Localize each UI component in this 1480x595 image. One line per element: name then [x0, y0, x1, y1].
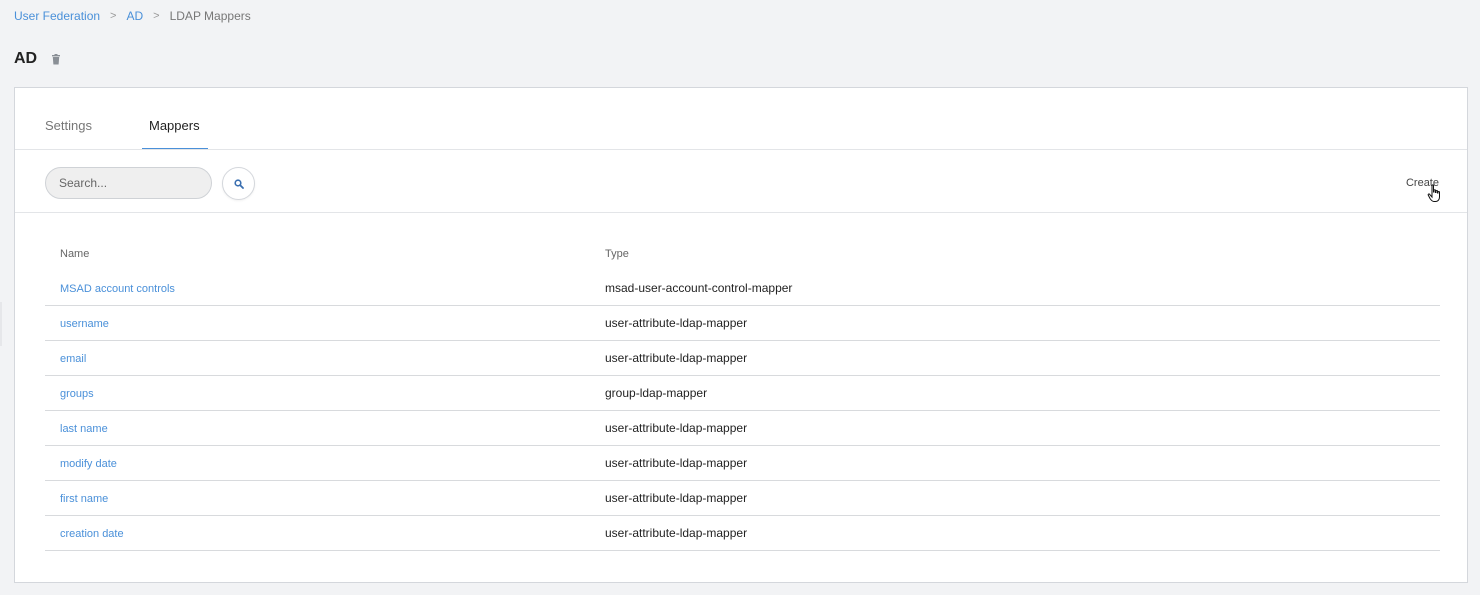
- mapper-type: user-attribute-ldap-mapper: [605, 491, 748, 505]
- toolbar: Create: [15, 150, 1467, 213]
- trash-icon[interactable]: [51, 53, 61, 65]
- table-row: modify date user-attribute-ldap-mapper: [45, 446, 1440, 481]
- column-header-name: Name: [60, 247, 90, 260]
- breadcrumb-user-federation[interactable]: User Federation: [14, 9, 100, 23]
- table-row: groups group-ldap-mapper: [45, 376, 1440, 411]
- mapper-type: group-ldap-mapper: [605, 386, 708, 400]
- tab-bar: Settings Mappers: [15, 88, 1467, 150]
- breadcrumb-current: LDAP Mappers: [169, 9, 251, 23]
- breadcrumb-ad[interactable]: AD: [126, 9, 143, 23]
- mapper-name-link[interactable]: last name: [60, 423, 108, 435]
- mapper-name-link[interactable]: MSAD account controls: [60, 283, 175, 295]
- mapper-name-link[interactable]: groups: [60, 388, 94, 400]
- left-edge-handle: [0, 302, 2, 346]
- table-row: first name user-attribute-ldap-mapper: [45, 481, 1440, 516]
- mapper-name-link[interactable]: email: [60, 353, 86, 365]
- mapper-type: user-attribute-ldap-mapper: [605, 456, 748, 470]
- search-input[interactable]: [45, 167, 212, 199]
- mappers-card: Settings Mappers Create Name Type MSAD a…: [14, 87, 1468, 583]
- breadcrumb: User Federation > AD > LDAP Mappers: [14, 9, 251, 23]
- table-row: username user-attribute-ldap-mapper: [45, 306, 1440, 341]
- page-header: AD: [14, 50, 61, 68]
- table-header: Name Type: [45, 236, 1440, 271]
- table-row: last name user-attribute-ldap-mapper: [45, 411, 1440, 446]
- mapper-name-link[interactable]: creation date: [60, 528, 124, 540]
- search-icon: [233, 178, 244, 189]
- mapper-name-link[interactable]: first name: [60, 493, 108, 505]
- table-row: MSAD account controls msad-user-account-…: [45, 271, 1440, 306]
- mapper-name-link[interactable]: username: [60, 318, 109, 330]
- mapper-type: msad-user-account-control-mapper: [605, 281, 793, 295]
- mapper-type: user-attribute-ldap-mapper: [605, 526, 748, 540]
- mapper-name-link[interactable]: modify date: [60, 458, 117, 470]
- active-tab-indicator: [142, 148, 208, 149]
- mapper-type: user-attribute-ldap-mapper: [605, 316, 748, 330]
- mappers-table: Name Type MSAD account controls msad-use…: [45, 236, 1440, 551]
- breadcrumb-separator: >: [153, 10, 160, 22]
- tab-settings[interactable]: Settings: [45, 118, 92, 133]
- search-button[interactable]: [222, 167, 255, 200]
- mapper-type: user-attribute-ldap-mapper: [605, 351, 748, 365]
- table-row: creation date user-attribute-ldap-mapper: [45, 516, 1440, 551]
- table-row: email user-attribute-ldap-mapper: [45, 341, 1440, 376]
- breadcrumb-separator: >: [110, 10, 117, 22]
- hand-cursor-icon: [1427, 184, 1440, 202]
- tab-mappers[interactable]: Mappers: [149, 118, 200, 133]
- page-title: AD: [14, 50, 38, 67]
- column-header-type: Type: [605, 247, 629, 260]
- mapper-type: user-attribute-ldap-mapper: [605, 421, 748, 435]
